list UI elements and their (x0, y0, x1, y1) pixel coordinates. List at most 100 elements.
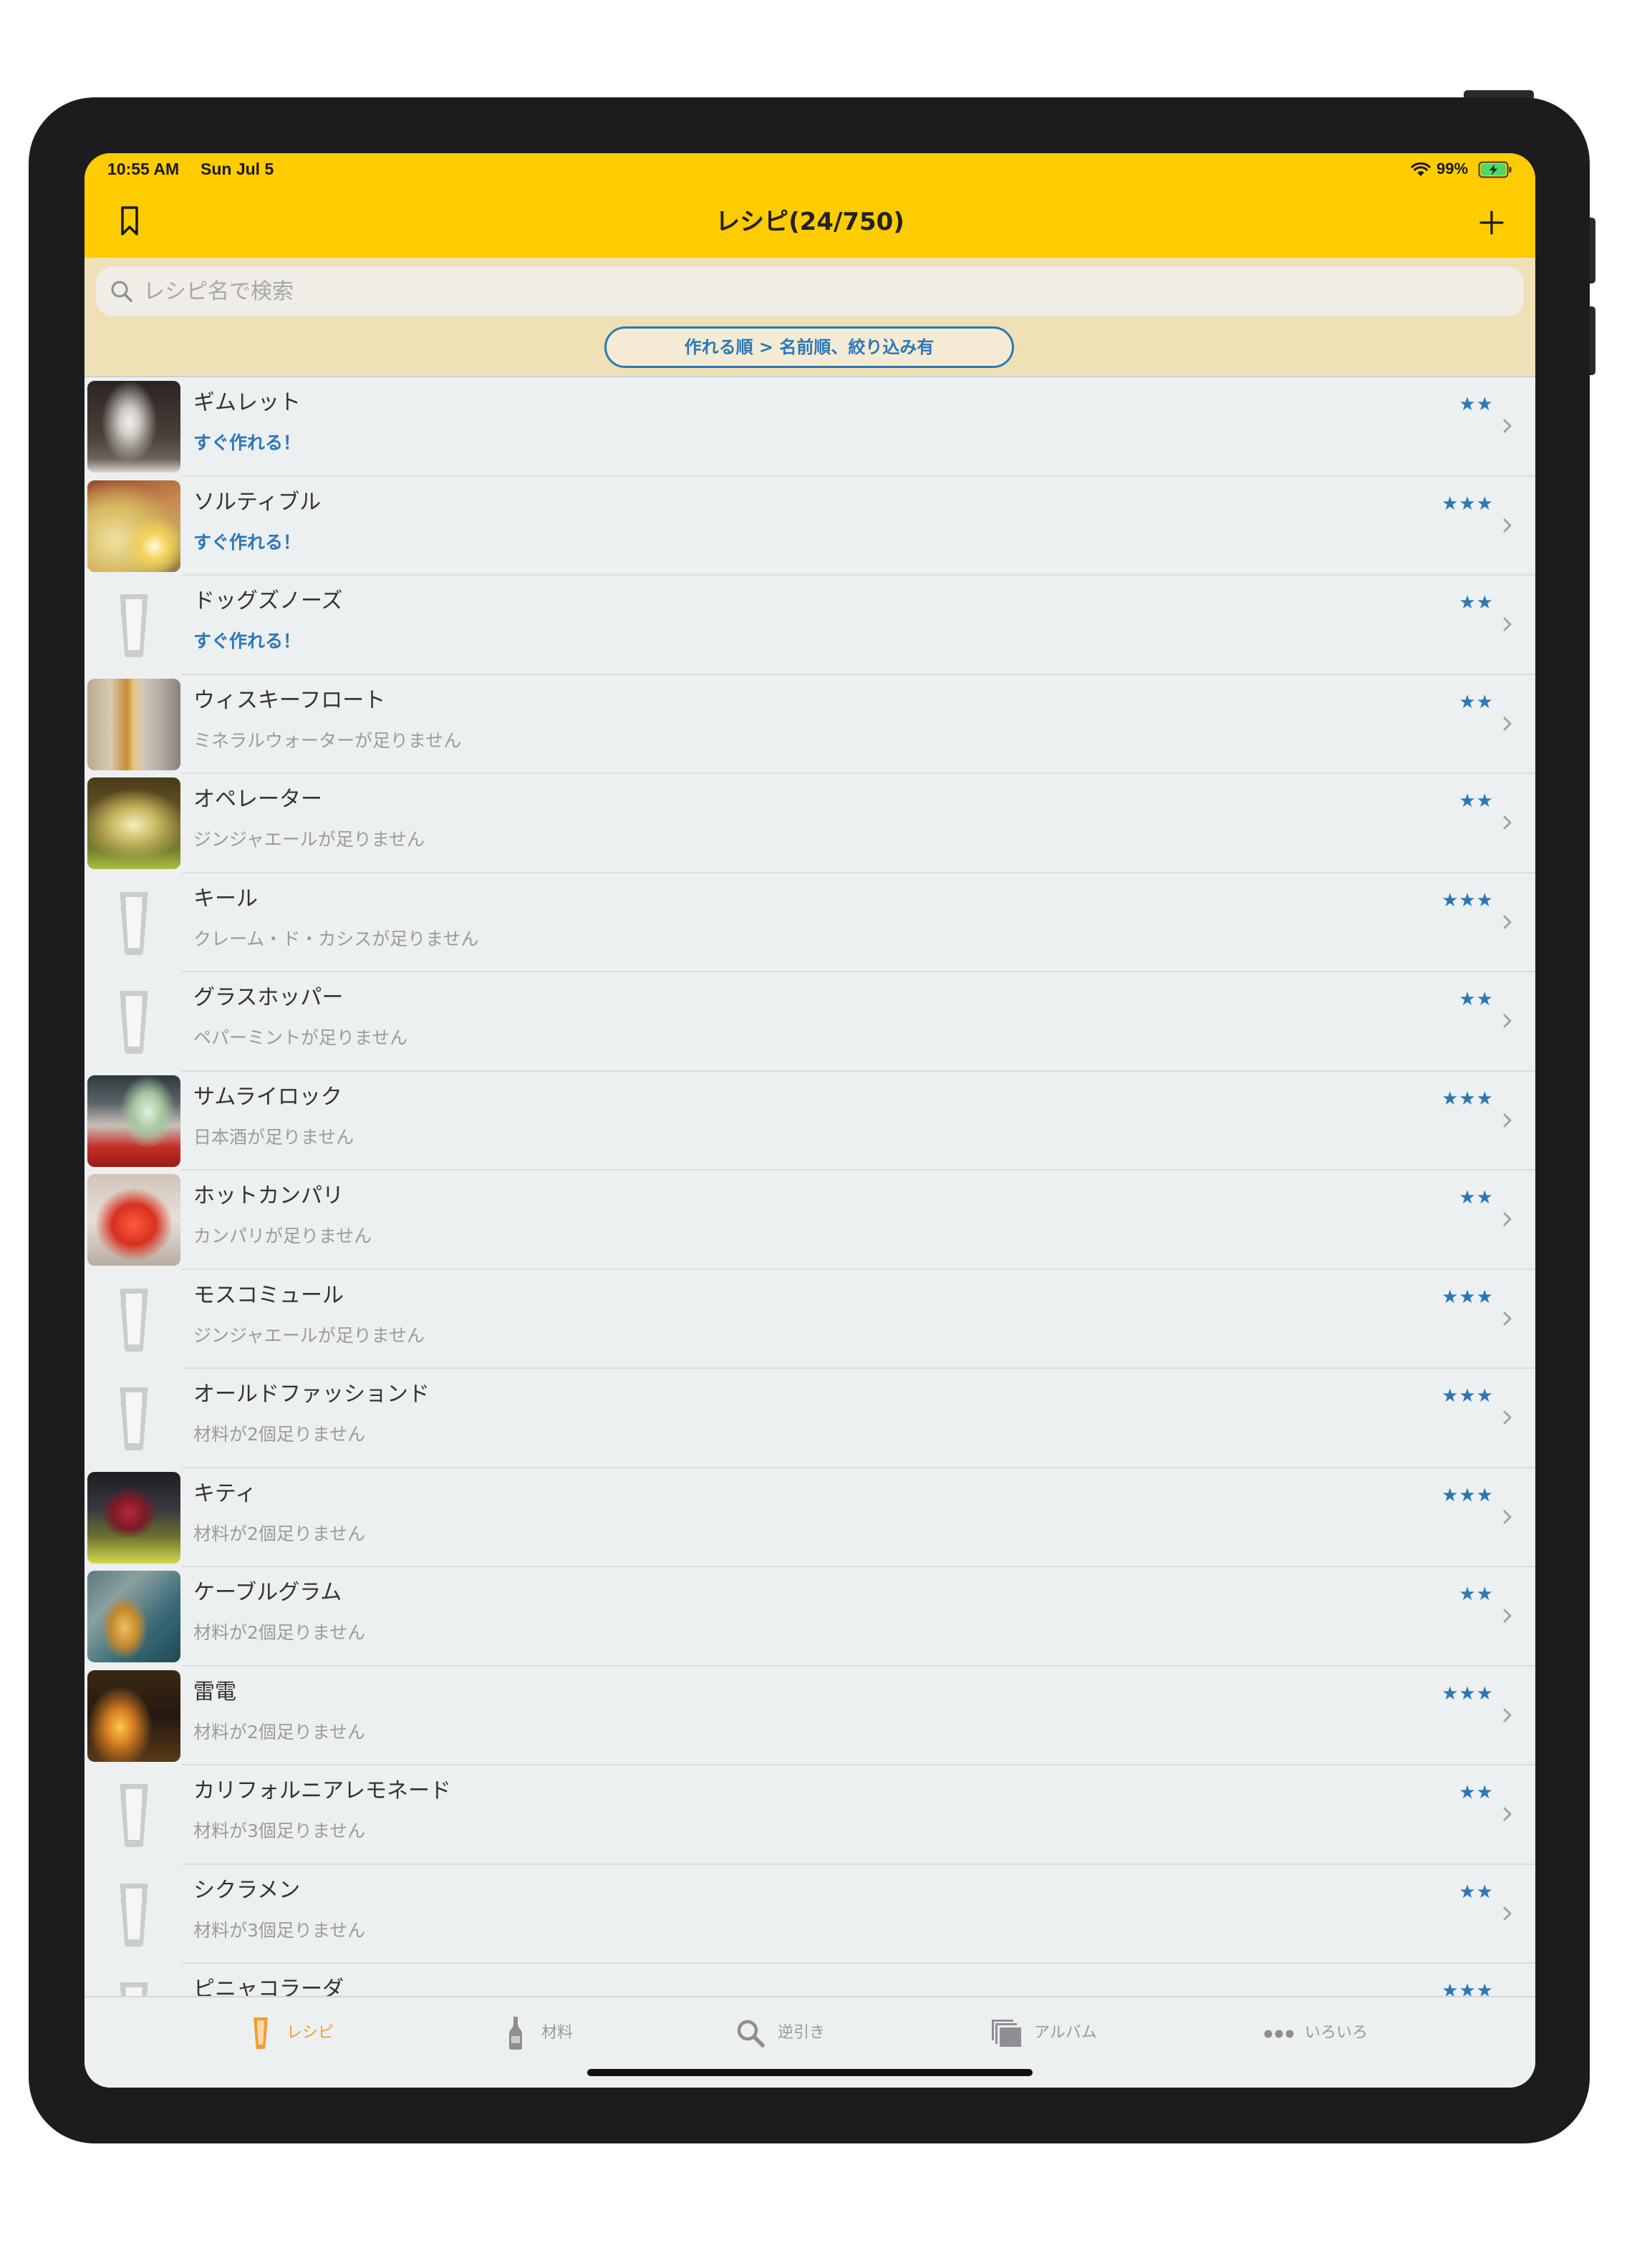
recipe-photo (87, 678, 180, 770)
sort-order-button[interactable]: 作れる順 > 名前順、絞り込み有 (604, 326, 1014, 368)
more-dots-icon (1263, 2028, 1295, 2038)
rating-stars: ★★★ (1442, 493, 1494, 515)
recipe-status: 材料が2個足りません (193, 1721, 366, 1743)
recipe-title: ケーブルグラム (193, 1580, 342, 1605)
recipe-status: 材料が3個足りません (193, 1919, 366, 1941)
battery-percent: 99% (1436, 160, 1469, 178)
recipe-row[interactable]: キティ材料が2個足りません ★★★ (84, 1468, 1535, 1567)
glass-placeholder-icon (87, 1967, 180, 1996)
recipe-row[interactable]: オールドファッションド 材料が2個足りません ★★★ (84, 1369, 1535, 1468)
status-time: 10:55 AM (107, 160, 180, 178)
recipe-photo (87, 1075, 180, 1167)
tab-recipes[interactable]: レシピ (253, 1997, 346, 2088)
chevron-right-icon (1502, 1509, 1512, 1525)
tab-ingredients[interactable]: 材料 (508, 1997, 580, 2088)
tab-label: レシピ (286, 2024, 334, 2042)
recipe-title: ウィスキーフロート (193, 687, 386, 713)
recipe-status: ミネラルウォーターが足りません (193, 730, 462, 751)
recipe-status: クレーム・ド・カシスが足りません (193, 928, 479, 949)
recipe-row[interactable]: サムライロック日本酒が足りません ★★★ (84, 1072, 1535, 1171)
home-indicator[interactable] (587, 2069, 1033, 2076)
recipe-title: モスコミュール (193, 1282, 344, 1308)
rating-stars: ★★ (1459, 1584, 1494, 1605)
glass-placeholder-icon (87, 877, 180, 969)
recipe-row[interactable]: ギムレット すぐ作れる！ ★★ (84, 377, 1535, 477)
recipe-status: 日本酒が足りません (193, 1126, 354, 1148)
recipe-row[interactable]: シクラメン材料が3個足りません ★★ (84, 1865, 1535, 1964)
search-input[interactable] (143, 266, 1504, 316)
glass-placeholder-icon (87, 1869, 180, 1960)
recipe-row[interactable]: ウィスキーフロートミネラルウォーターが足りません ★★ (84, 675, 1535, 774)
recipe-title: ピニャコラーダ (193, 1977, 344, 1996)
tab-label: 逆引き (778, 2024, 826, 2042)
recipe-status: ペパーミントが足りません (193, 1027, 408, 1048)
bookmark-icon[interactable] (120, 206, 139, 236)
wifi-icon (1411, 162, 1431, 177)
recipe-row[interactable]: キール クレーム・ド・カシスが足りません ★★★ (84, 873, 1535, 972)
recipe-row[interactable]: ドッグズノーズすぐ作れる！ ★★ (84, 576, 1535, 675)
recipe-row[interactable]: カリフォルニアレモネード 材料が3個足りません ★★ (84, 1765, 1535, 1865)
glass-placeholder-icon (87, 1769, 180, 1861)
rating-stars: ★★ (1459, 790, 1494, 812)
app-screen: 10:55 AM Sun Jul 5 99% レシピ(24/750) レシピ名で… (84, 153, 1535, 2088)
recipe-status: ジンジャエールが足りません (193, 1324, 425, 1346)
recipe-row[interactable]: オペレータージンジャエールが足りません ★★ (84, 774, 1535, 873)
recipe-title: シクラメン (193, 1877, 301, 1903)
recipe-row[interactable]: グラスホッパー ペパーミントが足りません ★★ (84, 972, 1535, 1072)
recipe-title: オペレーター (193, 787, 322, 812)
tab-label: 材料 (541, 2024, 574, 2042)
navigation-header: 10:55 AM Sun Jul 5 99% レシピ(24/750) (84, 153, 1535, 258)
rating-stars: ★★★ (1442, 1980, 1494, 1996)
tab-more[interactable]: いろいろ (1263, 1997, 1378, 2088)
recipe-row[interactable]: モスコミュール ジンジャエールが足りません ★★★ (84, 1270, 1535, 1369)
rating-stars: ★★ (1459, 1881, 1494, 1903)
plus-icon[interactable] (1479, 210, 1504, 235)
recipe-title: ホットカンパリ (193, 1183, 344, 1208)
album-icon (991, 2019, 1023, 2048)
rating-stars: ★★ (1459, 1187, 1494, 1208)
recipe-status: すぐ作れる！ (193, 631, 301, 651)
search-field[interactable] (96, 266, 1524, 316)
battery-charging-icon (1478, 161, 1512, 178)
recipe-row[interactable]: ピニャコラーダ ★★★ (84, 1964, 1535, 1996)
rating-stars: ★★★ (1442, 889, 1494, 911)
recipe-status: 材料が2個足りません (193, 1523, 366, 1544)
rating-stars: ★★★ (1442, 1385, 1494, 1407)
rating-stars: ★★ (1459, 989, 1494, 1010)
recipe-row[interactable]: ホットカンパリ カンパリが足りません ★★ (84, 1171, 1535, 1270)
recipe-title: キティ (193, 1480, 257, 1506)
recipe-title: ドッグズノーズ (193, 588, 343, 614)
tab-label: アルバム (1034, 2024, 1097, 2042)
chevron-right-icon (1502, 1113, 1512, 1128)
recipe-row[interactable]: ケーブルグラム 材料が2個足りません ★★ (84, 1567, 1535, 1667)
glass-placeholder-icon (87, 976, 180, 1067)
recipe-title: ソルティブル (193, 489, 322, 515)
rating-stars: ★★ (1459, 691, 1494, 713)
search-area: 作れる順 > 名前順、絞り込み有 (84, 258, 1535, 377)
chevron-right-icon (1502, 1906, 1512, 1922)
chevron-right-icon (1502, 1806, 1512, 1822)
recipe-photo (87, 1174, 180, 1266)
recipe-list[interactable]: ギムレット すぐ作れる！ ★★ ソルティブル すぐ作れる！ ★★★ ドッグズノーズ すぐ作れる… (84, 377, 1535, 1996)
recipe-title: サムライロック (193, 1084, 342, 1110)
recipe-photo (87, 1670, 180, 1762)
chevron-right-icon (1502, 716, 1512, 732)
recipe-title: カリフォルニアレモネード (193, 1778, 451, 1803)
recipe-status: すぐ作れる！ (193, 531, 301, 553)
recipe-status: ジンジャエールが足りません (193, 829, 425, 850)
recipe-title: オールドファッションド (193, 1382, 430, 1407)
recipe-row[interactable]: ソルティブルすぐ作れる！ ★★★ (84, 477, 1535, 576)
chevron-right-icon (1502, 616, 1512, 632)
recipe-title: 雷電 (193, 1679, 236, 1705)
recipe-photo (87, 1471, 180, 1564)
status-date: Sun Jul 5 (201, 160, 274, 178)
recipe-row[interactable]: 雷電 材料が2個足りません ★★★ (84, 1667, 1535, 1765)
recipe-status: 材料が3個足りません (193, 1821, 366, 1841)
page-title: レシピ(24/750) (715, 208, 904, 236)
bottle-icon (508, 2017, 523, 2050)
search-icon (110, 280, 133, 303)
rating-stars: ★★★ (1442, 1087, 1494, 1110)
rating-stars: ★★ (1459, 592, 1494, 614)
glass-icon (253, 2017, 269, 2050)
rating-stars: ★★★ (1442, 1484, 1494, 1506)
